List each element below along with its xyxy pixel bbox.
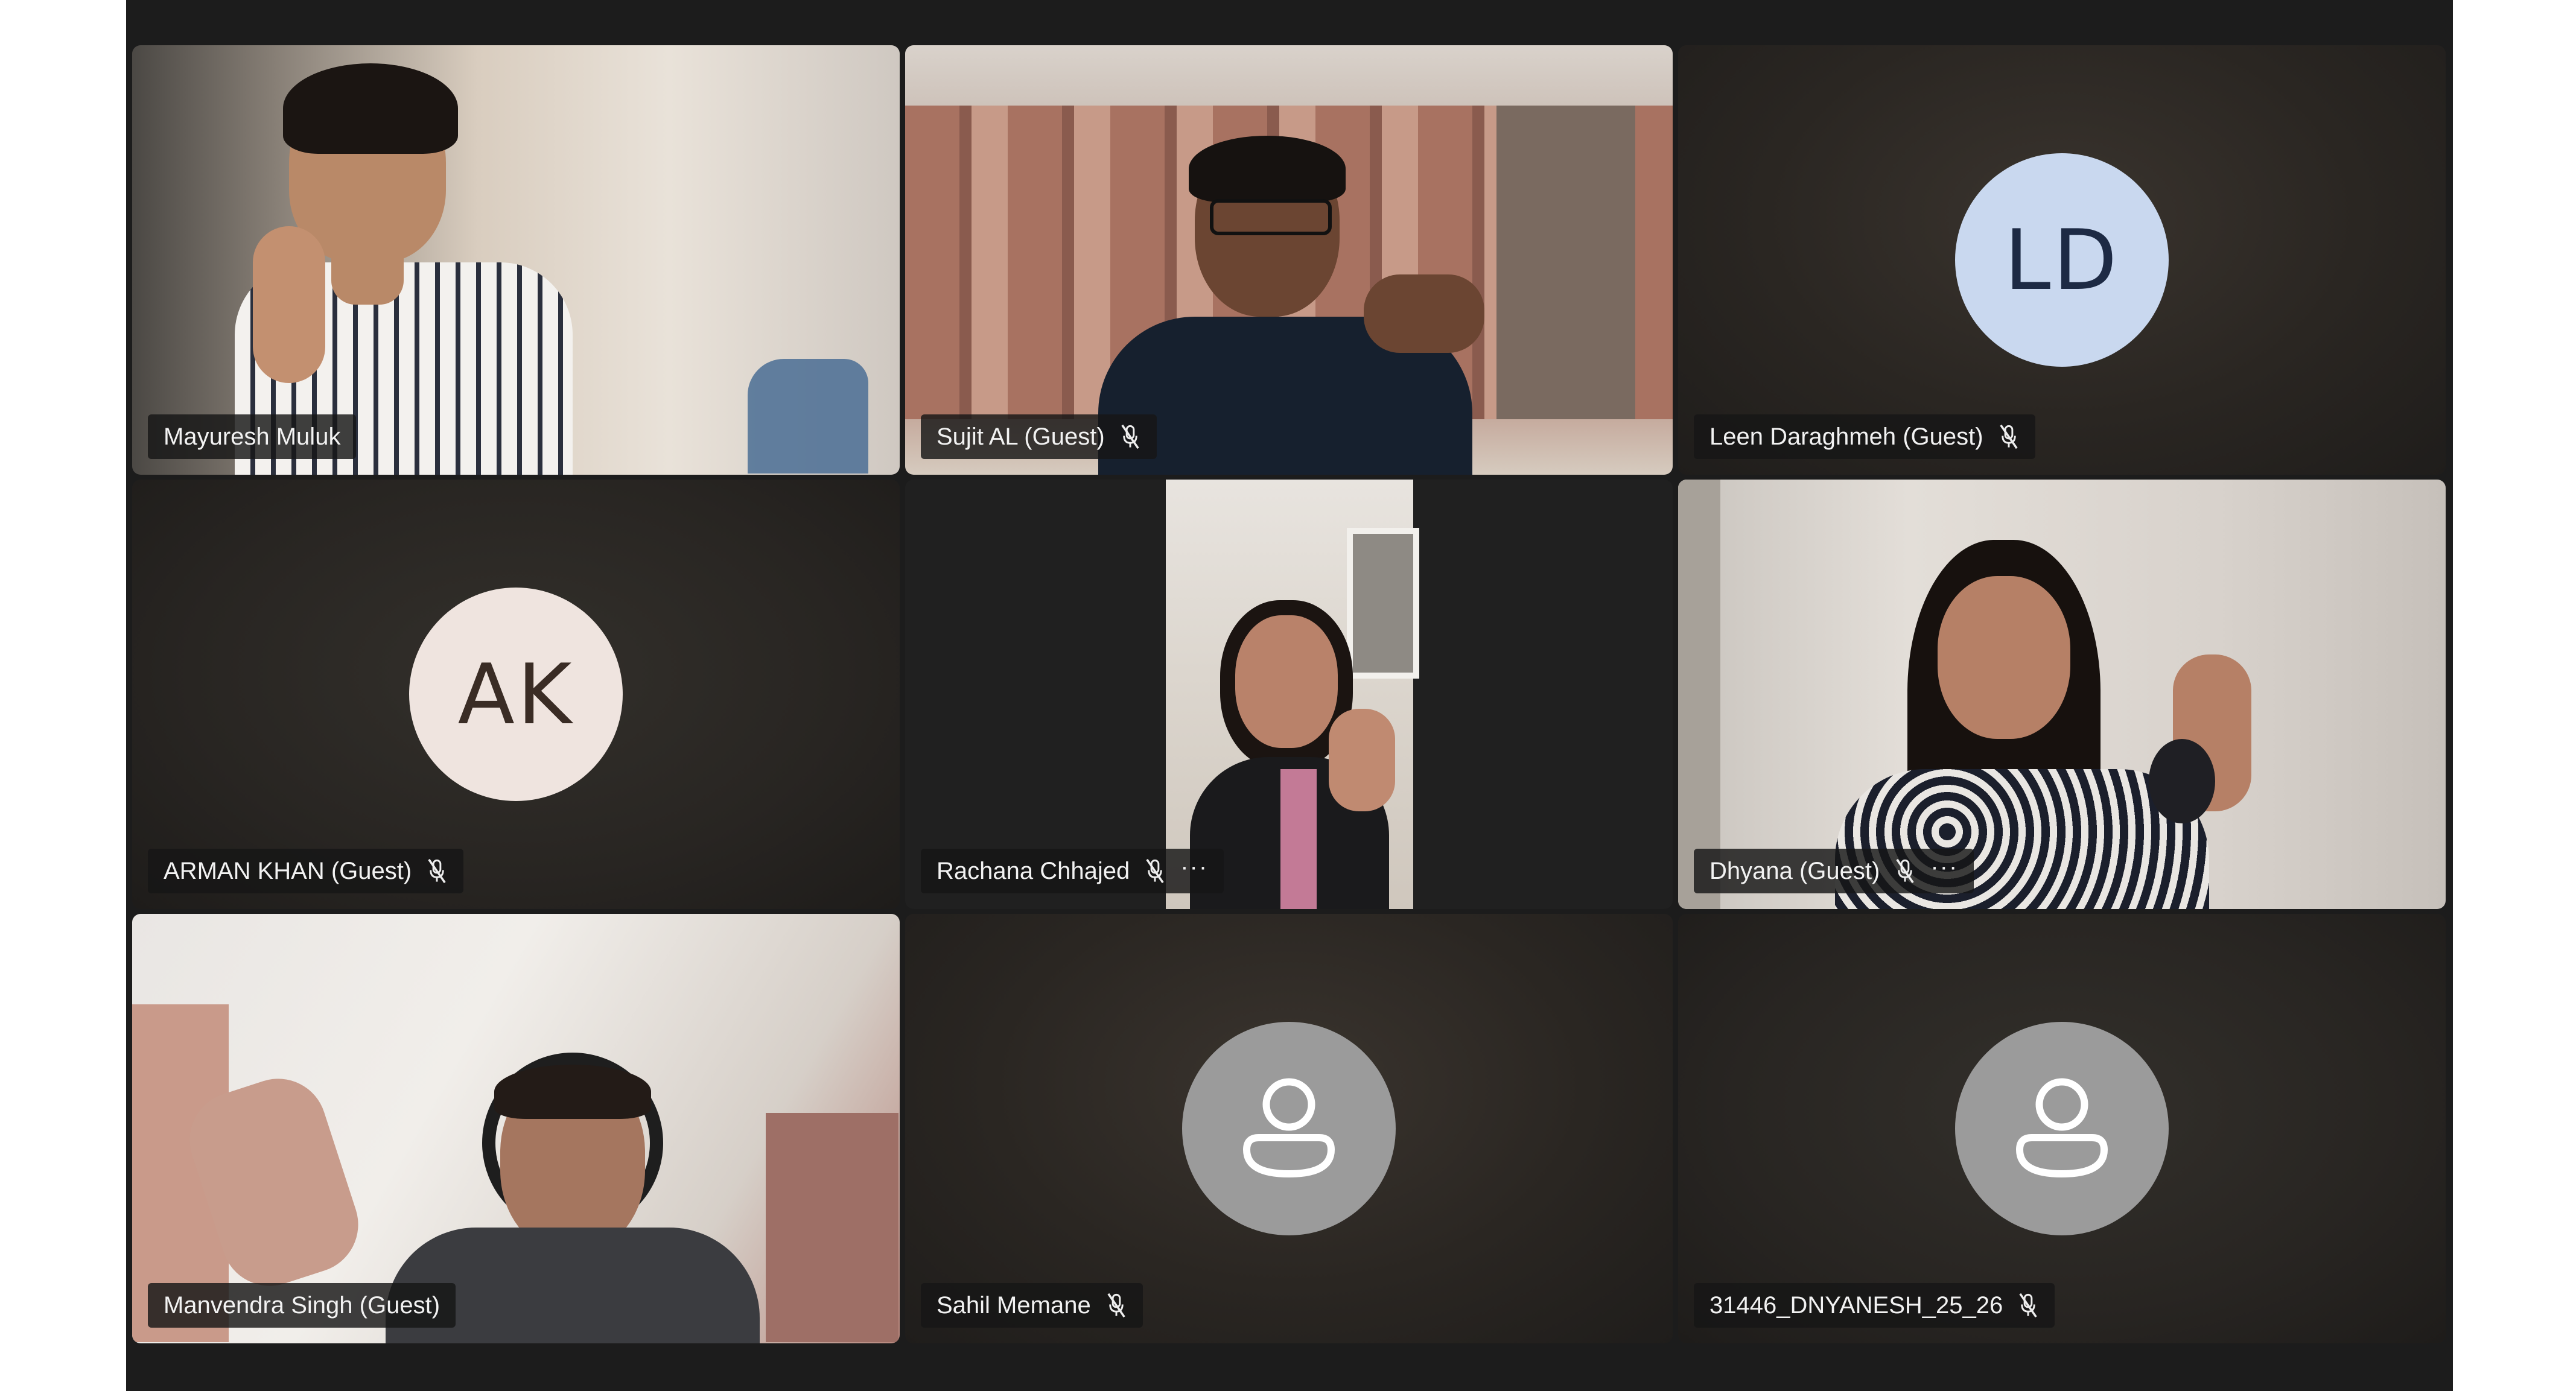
- person-icon: [1182, 1022, 1396, 1235]
- participant-name: Manvendra Singh (Guest): [164, 1291, 440, 1319]
- participant-tile[interactable]: Mayuresh Muluk: [132, 45, 900, 475]
- participant-name: Mayuresh Muluk: [164, 423, 341, 450]
- participant-tile[interactable]: Manvendra Singh (Guest): [132, 914, 900, 1343]
- participant-tile[interactable]: AK ARMAN KHAN (Guest): [132, 480, 900, 909]
- participant-name: 31446_DNYANESH_25_26: [1709, 1291, 2003, 1319]
- video-feed: [1678, 480, 2446, 909]
- person-icon: [1955, 1022, 2169, 1235]
- more-options-icon[interactable]: ···: [1930, 855, 1958, 879]
- participant-name: ARMAN KHAN (Guest): [164, 857, 412, 884]
- participant-nametag: Dhyana (Guest) ···: [1694, 849, 1974, 893]
- initials-avatar: AK: [409, 588, 623, 801]
- participant-tile[interactable]: Sahil Memane: [905, 914, 1673, 1343]
- mic-off-icon: [2017, 1292, 2039, 1319]
- video-feed: [1166, 480, 1419, 909]
- mic-off-icon: [1105, 1292, 1127, 1319]
- video-feed: [132, 45, 900, 475]
- more-options-icon[interactable]: ···: [1180, 855, 1208, 879]
- participant-nametag: Sujit AL (Guest): [921, 414, 1157, 459]
- participant-name: Sujit AL (Guest): [937, 423, 1105, 450]
- participant-nametag: Manvendra Singh (Guest): [148, 1283, 456, 1328]
- participant-name: Rachana Chhajed: [937, 857, 1130, 884]
- participant-name: Dhyana (Guest): [1709, 857, 1880, 884]
- participant-tile[interactable]: LD Leen Daraghmeh (Guest): [1678, 45, 2446, 475]
- mic-off-icon: [1894, 858, 1916, 884]
- participant-nametag: Sahil Memane: [921, 1283, 1143, 1328]
- participant-nametag: Leen Daraghmeh (Guest): [1694, 414, 2035, 459]
- participant-nametag: Rachana Chhajed ···: [921, 849, 1224, 893]
- video-feed: [905, 45, 1673, 475]
- participant-tile[interactable]: Rachana Chhajed ···: [905, 480, 1673, 909]
- participant-tile[interactable]: Dhyana (Guest) ···: [1678, 480, 2446, 909]
- mic-off-icon: [426, 858, 448, 884]
- meeting-stage: Mayuresh Muluk Sujit AL (Guest) LD Leen …: [126, 0, 2453, 1391]
- participant-nametag: Mayuresh Muluk: [148, 414, 357, 459]
- participant-nametag: ARMAN KHAN (Guest): [148, 849, 464, 893]
- mic-off-icon: [1144, 858, 1166, 884]
- participant-tile[interactable]: 31446_DNYANESH_25_26: [1678, 914, 2446, 1343]
- participant-name: Sahil Memane: [937, 1291, 1091, 1319]
- participant-name: Leen Daraghmeh (Guest): [1709, 423, 1983, 450]
- mic-off-icon: [1119, 423, 1141, 450]
- participant-nametag: 31446_DNYANESH_25_26: [1694, 1283, 2055, 1328]
- initials-avatar: LD: [1955, 153, 2169, 367]
- mic-off-icon: [1998, 423, 2020, 450]
- video-feed: [132, 914, 900, 1343]
- participant-tile[interactable]: Sujit AL (Guest): [905, 45, 1673, 475]
